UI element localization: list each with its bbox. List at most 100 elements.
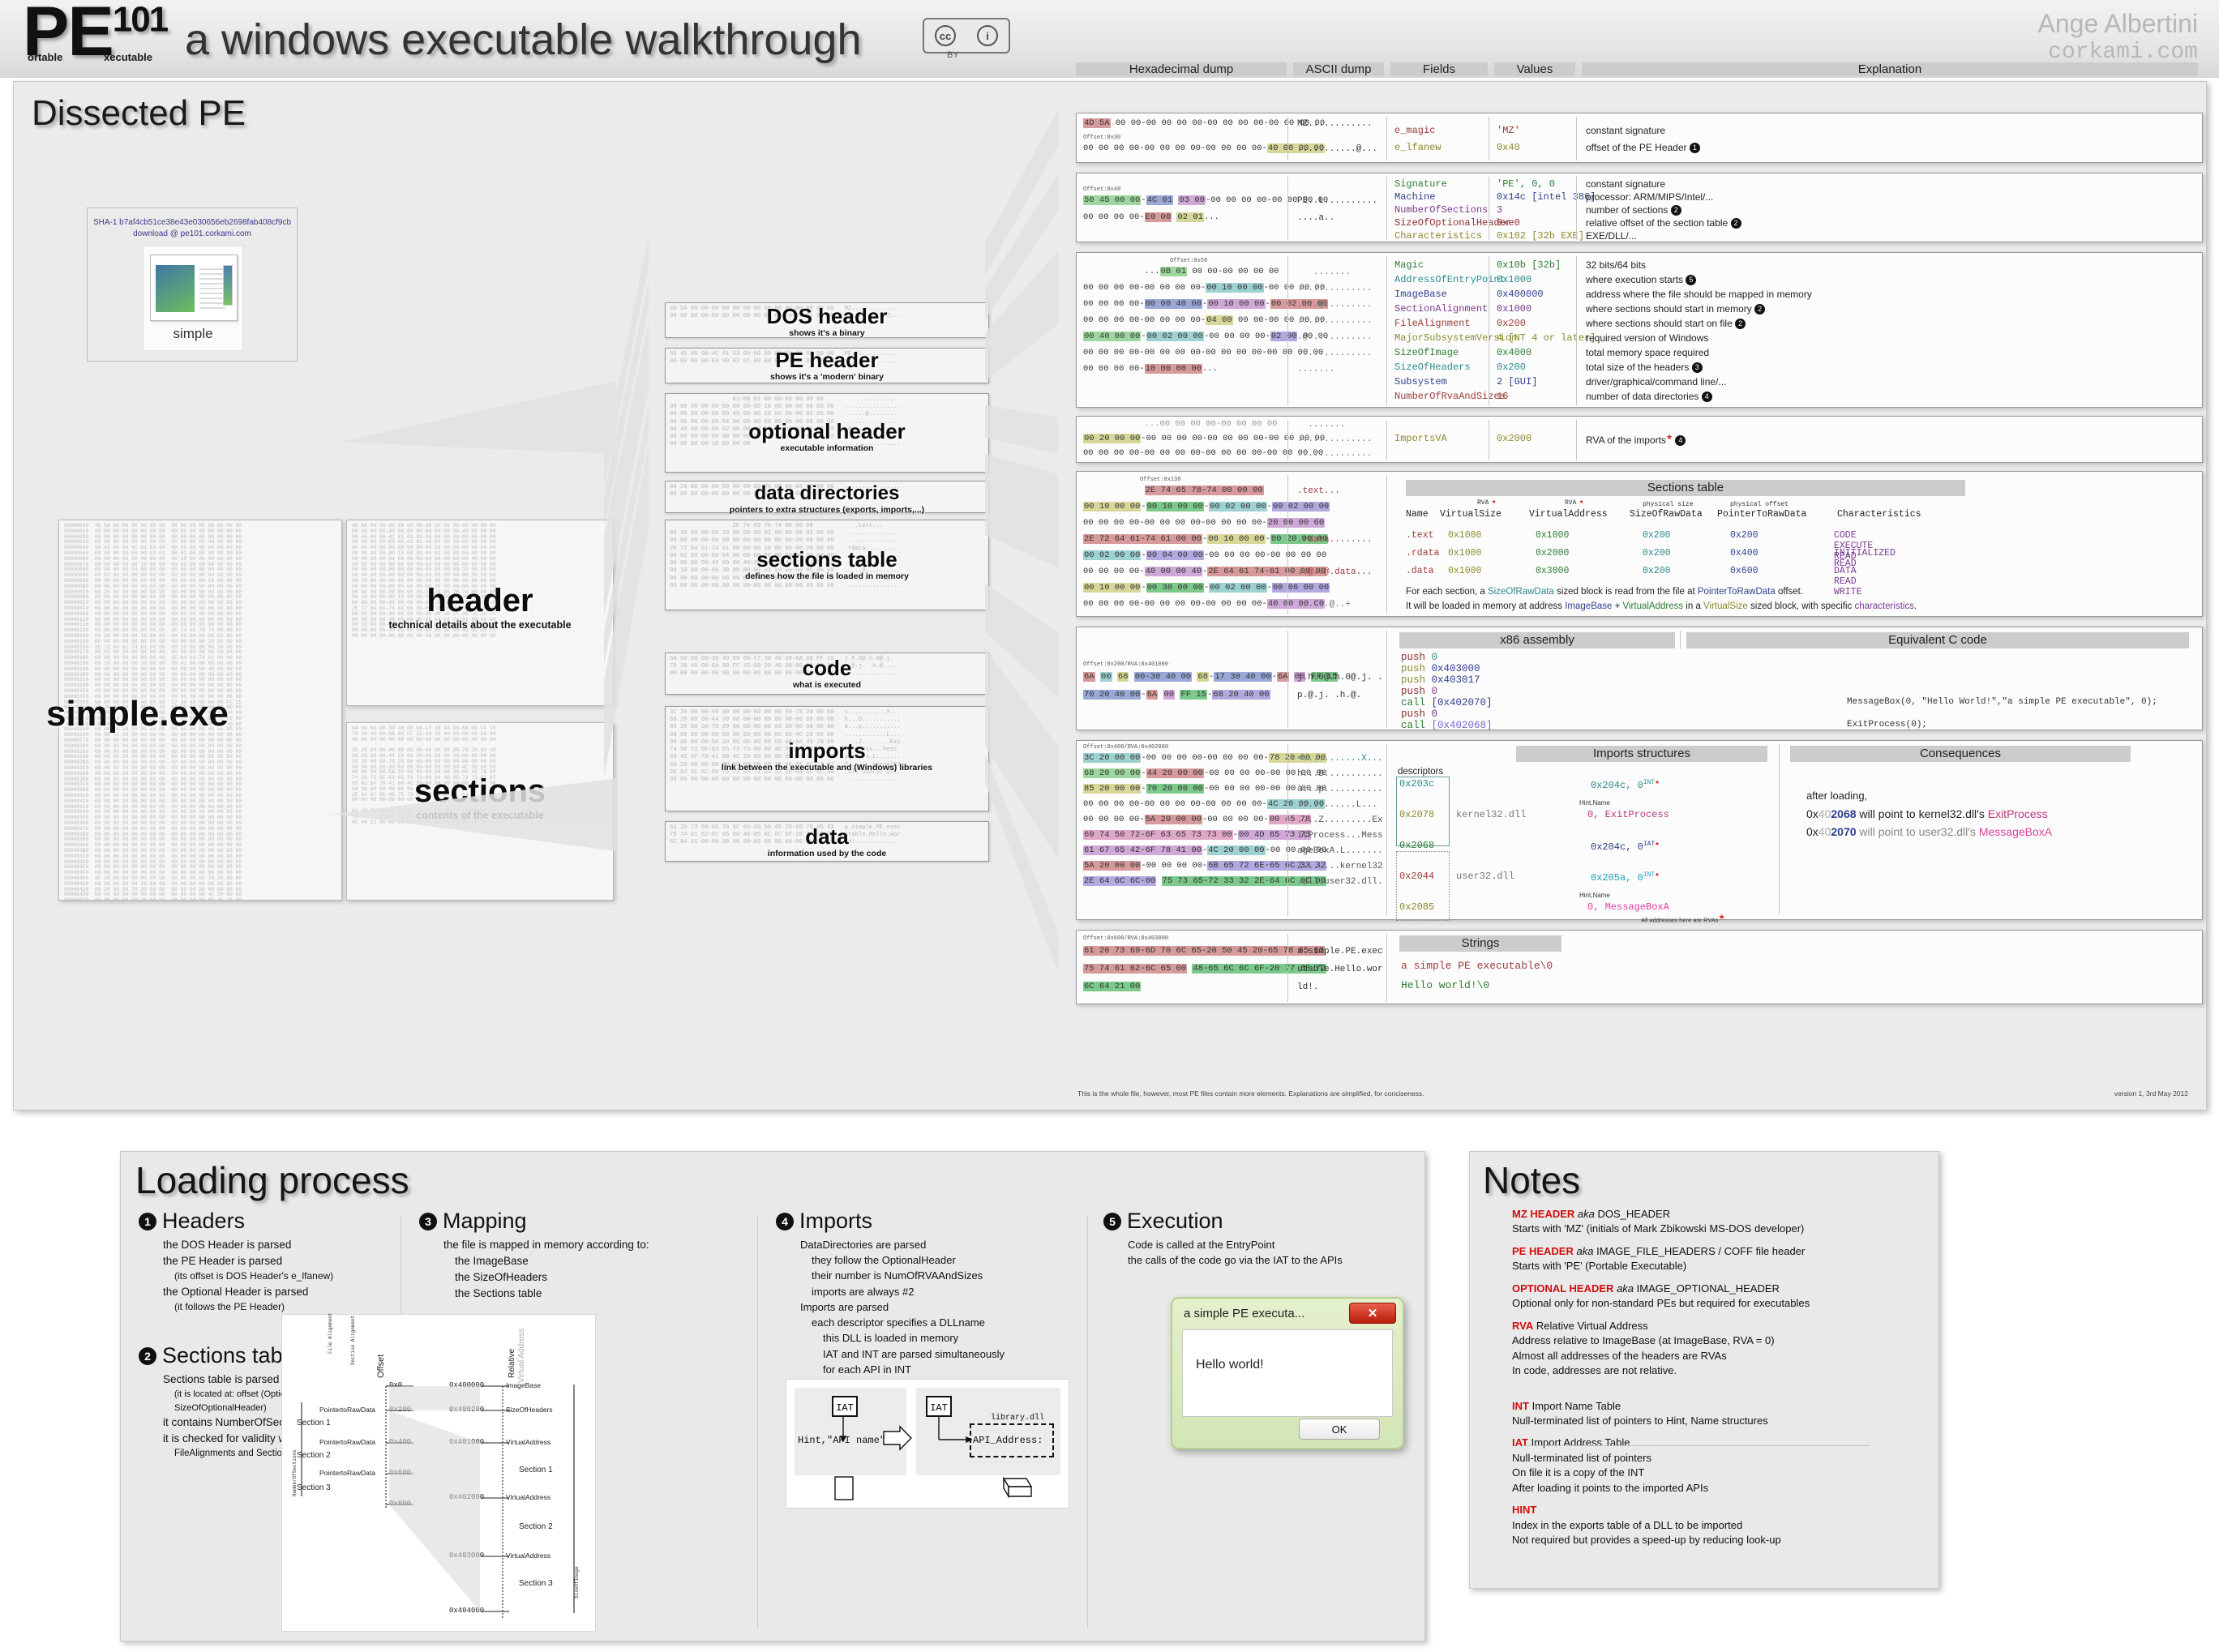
step5-line-1: the calls of the code go via the IAT to … <box>1128 1254 1343 1267</box>
panel-dos-header: 4D 5A 00 00-00 00 00 00-00 00 00 00-00 0… <box>1076 113 2203 163</box>
opt-value-5: 4 [NT 4 or later] <box>1497 332 1596 344</box>
opt-exp-1: where execution starts <box>1586 274 1684 285</box>
st-col-5: Characteristics <box>1837 509 1921 520</box>
opt-field-6: SizeOfImage <box>1394 347 1459 358</box>
panel-sections-table: Offset:0x138 2E 74 65 78-74 00 00 00 00 … <box>1076 471 2203 617</box>
st-r1-name: .rdata <box>1406 548 1440 559</box>
opt-field-8: Subsystem <box>1394 376 1447 387</box>
imp-ascii-2: à...p........... <box>1297 785 1383 794</box>
note-key-hint: HINT <box>1512 1504 1537 1517</box>
message-box-window: a simple PE executa... ✕ Hello world! OK <box>1171 1297 1404 1449</box>
st-offset-label: Offset:0x138 <box>1140 477 1181 483</box>
st-r0-vaddr: 0x1000 <box>1536 530 1570 541</box>
st-r1-vaddr: 0x2000 <box>1536 548 1570 559</box>
cc-icon: cc <box>935 25 956 46</box>
note-int-line-0: Null-terminated list of pointers to Hint… <box>1512 1414 1768 1427</box>
step4-line-6: this DLL is loaded in memory <box>823 1332 959 1345</box>
notes-heading: Notes <box>1483 1159 1581 1201</box>
col-fields: Fields <box>1390 62 1488 76</box>
message-box-text: Hello world! <box>1196 1358 1264 1372</box>
ok-button[interactable]: OK <box>1299 1419 1380 1440</box>
imp-addr-3: 0x2044 <box>1399 871 1435 882</box>
ref-bullet-3: 3 <box>1691 362 1703 374</box>
loading-step-column-3: 4 Imports DataDirectories are parsed they… <box>776 1209 1076 1393</box>
imp-offset-label: Offset:0x400/RVA:0x402000 <box>1083 744 1169 751</box>
pe-ascii-0: PE..L.......... <box>1297 196 1378 206</box>
st-ascii-3: ......@..+ <box>1297 600 1352 610</box>
opt-exp-2: address where the file should be mapped … <box>1586 289 1812 300</box>
header-group-subtitle: technical details about the executable <box>388 619 572 631</box>
st-super-2: physical size <box>1643 501 1694 508</box>
close-icon[interactable]: ✕ <box>1349 1303 1396 1324</box>
string-value-0: a simple PE executable\0 <box>1401 960 1553 972</box>
ref-bullet-2d: 2 <box>1735 319 1746 330</box>
consequences-line-2: 0x402070 will point to user32.dll's Mess… <box>1806 825 2053 838</box>
dos-exp-0: constant signature <box>1586 125 1666 136</box>
imp-target-1: 0, ExitProcess <box>1587 809 1669 820</box>
opt-field-3: SectionAlignment <box>1394 303 1489 315</box>
opt-offset-label: Offset:0x58 <box>1170 258 1208 264</box>
st-r2-name: .data <box>1406 566 1434 576</box>
imp-dll-kernel32: kernel32.dll <box>1456 809 1527 820</box>
step-number-3: 3 <box>419 1212 437 1230</box>
note-block-mz: MZ HEADER aka DOS_HEADER Starts with 'MZ… <box>1512 1207 1927 1237</box>
step-title-4: Imports <box>799 1209 873 1233</box>
sections-table-banner: Sections table <box>1406 480 1965 496</box>
imp-target-3: 0x205a, 0INT★ <box>1591 871 1660 884</box>
c-code-1: ExitProcess(0); <box>1847 720 1928 730</box>
creative-commons-badge: cc i <box>923 18 1010 53</box>
pe-exp-4: EXE/DLL/... <box>1586 230 1637 242</box>
note-iat-line-1: On file it is a copy of the INT <box>1512 1466 1645 1479</box>
opt-value-3: 0x1000 <box>1497 303 1532 315</box>
message-box-title: a simple PE executa... <box>1184 1307 1305 1320</box>
dissected-pe-panel: Dissected PE SHA-1 b7af4cb51ce38e43e0306… <box>13 62 2207 1111</box>
col-explanation: Explanation <box>1582 62 2198 76</box>
st-col-3: SizeOfRawData <box>1630 509 1703 520</box>
note-iat-line-0: Null-terminated list of pointers <box>1512 1451 1651 1464</box>
note-mz-line-0: Starts with 'MZ' (initials of Mark Zbiko… <box>1512 1222 1805 1235</box>
ref-bullet-2c: 2 <box>1754 304 1766 315</box>
imp-ascii-3: ...........L... <box>1297 800 1378 810</box>
note-opt-line-0: Optional only for non-standard PEs but r… <box>1512 1297 1810 1310</box>
pe-field-4: Characteristics <box>1394 230 1483 242</box>
st-r2-rawsize: 0x200 <box>1643 566 1671 576</box>
st-ascii-0: .text... <box>1297 486 1340 496</box>
pe-value-1: 0x14c [intel 386] <box>1497 191 1596 203</box>
note-key-iat: IAT <box>1512 1436 1528 1449</box>
st-r2-chars: DATA READ WRITE <box>1834 566 1862 597</box>
dd-value-0: 0x2000 <box>1497 433 1532 444</box>
asm-op-1: push <box>1401 663 1426 674</box>
st-r2-rawptr: 0x600 <box>1730 566 1758 576</box>
step5-line-0: Code is called at the EntryPoint <box>1128 1239 1275 1251</box>
opt-value-9: 16 <box>1497 391 1509 402</box>
imp-addr-1: 0x2078 <box>1399 809 1435 820</box>
sections-note-1: For each section, a SizeOfRawData sized … <box>1406 587 1804 597</box>
imp-ascii-6: ageBoxA.L....... <box>1297 846 1383 856</box>
st-r2-vaddr: 0x3000 <box>1536 566 1570 576</box>
imp-ascii-1: h...D........... <box>1297 769 1383 779</box>
dissected-footer-note: This is the whole file, however, most PE… <box>1077 1089 1424 1098</box>
asm-arg-0: 0 <box>1431 652 1438 663</box>
step-title-2: Sections table <box>162 1343 300 1368</box>
st-col-2: VirtualAddress <box>1529 509 1608 520</box>
imp-dll-user32: user32.dll <box>1456 871 1515 882</box>
step1-line-1: the PE Header is parsed <box>163 1254 283 1267</box>
panel-strings: Offset:0x600/RVA:0x403000 61 20 73 69-6D… <box>1076 930 2203 1004</box>
panel-pe-header: Offset:0x40 50 45 00 00-4C 01 03 00-00 0… <box>1076 173 2203 242</box>
asm-arg-5: 0 <box>1431 708 1438 720</box>
strip-dos-header: 4D 5A 00 00-00 00 00 00-00 00 00 00-00 0… <box>665 302 989 338</box>
asm-arg-3: 0 <box>1431 686 1438 697</box>
strip-optional-header: 01-0B 01 00 00-00 00 00 00 ........ 00 0… <box>665 393 989 473</box>
st-r2-vsize: 0x1000 <box>1448 566 1482 576</box>
asm-op-4: call <box>1401 697 1426 708</box>
download-link[interactable]: download @ pe101.corkami.com <box>88 229 297 238</box>
col-hex-dump: Hexadecimal dump <box>1076 62 1287 76</box>
col-ascii-dump: ASCII dump <box>1293 62 1384 76</box>
step4-line-4: Imports are parsed <box>800 1300 889 1313</box>
panel-code: Offset:0x200/RVA:0x401000 6A 00 68 00-30… <box>1076 627 2203 731</box>
st-super-1: RVA <box>1565 499 1577 507</box>
sample-file-card: SHA-1 b7af4cb51ce38e43e030656eb2698fab40… <box>87 208 298 362</box>
imp-ascii-8: .dll.user32.dll. <box>1297 877 1383 887</box>
sample-exe-name: simple.exe <box>46 694 229 734</box>
asm-arg-6: [0x402068] <box>1431 720 1493 731</box>
